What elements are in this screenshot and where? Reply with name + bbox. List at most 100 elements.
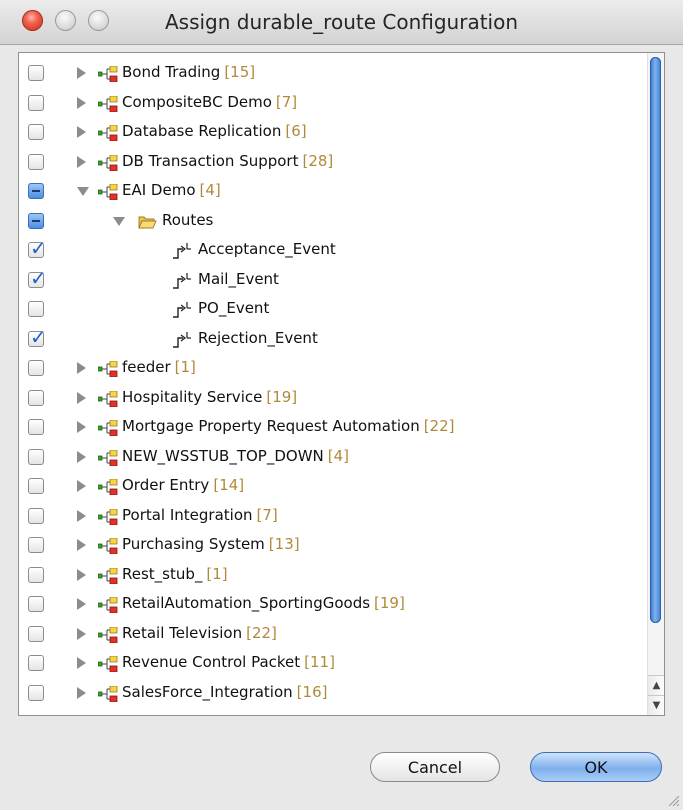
row-checkbox[interactable] [28,684,44,701]
vertical-scrollbar[interactable]: ▲ ▼ [647,53,664,715]
tree-row[interactable]: SalesForce_Integration [16] [19,679,647,708]
disclosure-closed-icon[interactable] [77,67,86,79]
project-tree-icon [97,626,119,643]
row-checkbox[interactable] [28,65,44,81]
row-checkbox[interactable] [28,301,44,317]
route-icon [171,300,193,320]
scroll-up-arrow-icon[interactable]: ▲ [648,675,664,696]
row-checkbox[interactable] [28,625,44,642]
tree-row[interactable]: Retail Television [22] [19,620,647,649]
tree-item-name: CompositeBC Demo [122,92,272,111]
tree-row[interactable]: Routes [19,207,647,236]
tree-item-label: Routes [162,211,213,229]
disclosure-closed-icon[interactable] [77,421,86,433]
row-checkbox[interactable] [28,183,44,199]
disclosure-closed-icon[interactable] [77,539,86,551]
row-checkbox[interactable] [28,94,44,111]
scroll-down-arrow-icon[interactable]: ▼ [648,695,664,715]
tree-row[interactable]: Mortgage Property Request Automation [22] [19,413,647,442]
row-checkbox[interactable] [28,153,44,170]
row-checkbox[interactable] [28,360,44,376]
row-checkbox[interactable] [28,596,44,612]
disclosure-closed-icon[interactable] [77,509,86,522]
tree-item-count: [1] [174,358,196,376]
project-tree-icon [97,596,119,614]
row-checkbox[interactable] [28,655,44,671]
disclosure-open-icon[interactable] [77,187,89,196]
row-checkbox[interactable] [28,537,44,553]
disclosure-closed-icon[interactable] [77,362,86,374]
tree-row[interactable]: EAI Demo [4] [19,177,647,206]
disclosure-closed-icon[interactable] [77,391,86,404]
disclosure-open-icon[interactable] [113,216,125,226]
disclosure-closed-icon[interactable] [77,568,86,581]
row-checkbox[interactable] [28,325,47,349]
row-checkbox[interactable] [28,236,47,260]
ok-button[interactable]: OK [530,752,662,782]
tree-row[interactable]: Database Replication [6] [19,118,647,147]
tree-item-label: Rejection_Event [198,329,318,347]
row-checkbox[interactable] [28,266,47,290]
row-checkbox[interactable] [28,478,44,494]
project-tree-icon [97,154,119,171]
row-checkbox[interactable] [28,448,44,465]
disclosure-closed-icon[interactable] [77,126,86,138]
disclosure-closed-icon[interactable] [77,657,86,669]
tree-item-count: [1] [206,564,228,583]
tree-row[interactable]: DB Transaction Support [28] [19,148,647,177]
route-icon [171,330,193,350]
tree-row[interactable]: NEW_WSSTUB_TOP_DOWN [4] [19,443,647,472]
cancel-button[interactable]: Cancel [370,752,500,782]
row-checkbox[interactable] [28,389,44,406]
project-tree-icon [97,419,119,437]
tree-item-name: Purchasing System [122,535,265,553]
row-checkbox[interactable] [28,212,44,229]
resize-grip-icon[interactable] [667,794,679,806]
tree-row[interactable]: CompositeBC Demo [7] [19,89,647,118]
disclosure-closed-icon[interactable] [77,96,86,109]
tree-item-count: [14] [213,476,245,494]
tree-row[interactable]: Acceptance_Event [19,236,647,265]
scroll-thumb[interactable] [650,57,661,623]
row-checkbox[interactable] [28,566,44,583]
tree-row[interactable]: RetailAutomation_SportingGoods [19] [19,590,647,619]
disclosure-closed-icon[interactable] [77,598,86,610]
tree-item-name: Mail_Event [198,269,279,288]
disclosure-closed-icon[interactable] [77,480,86,492]
tree-item-count: [7] [275,92,298,111]
project-tree-icon [97,360,119,378]
tree-item-name: Retail Television [122,623,243,642]
disclosure-closed-icon[interactable] [77,686,86,699]
tree-row[interactable]: feeder [1] [19,354,647,383]
tree-item-count: [19] [266,387,298,406]
tree-item-name: Portal Integration [122,505,253,524]
tree-item-count: [22] [423,417,455,435]
tree-item-label: Hospitality Service [19] [122,388,297,406]
tree-item-name: Revenue Control Packet [122,653,301,671]
title-bar[interactable]: Assign durable_route Configuration [0,0,683,45]
disclosure-closed-icon[interactable] [77,155,86,168]
tree-row[interactable]: Purchasing System [13] [19,531,647,560]
row-checkbox[interactable] [28,124,44,140]
route-icon [171,241,193,261]
tree-row[interactable]: Portal Integration [7] [19,502,647,531]
tree-item-count: [15] [224,63,256,81]
row-checkbox[interactable] [28,419,44,435]
tree-row[interactable]: Revenue Control Packet [11] [19,649,647,678]
tree-row[interactable]: Hospitality Service [19] [19,384,647,413]
tree-item-label: Acceptance_Event [198,240,336,258]
project-tree[interactable]: Bond Trading [15] CompositeBC Demo [7] Datab… [18,52,665,716]
row-checkbox[interactable] [28,507,44,524]
project-tree-icon [97,685,119,702]
tree-item-count: [4] [327,446,350,465]
tree-row[interactable]: Rejection_Event [19,325,647,354]
tree-row[interactable]: Mail_Event [19,266,647,295]
disclosure-closed-icon[interactable] [77,450,86,463]
tree-row[interactable]: PO_Event [19,295,647,324]
tree-row[interactable]: Bond Trading [15] [19,59,647,88]
tree-row[interactable]: Order Entry [14] [19,472,647,501]
tree-item-count: [22] [246,623,277,642]
project-tree-icon [97,95,119,112]
disclosure-closed-icon[interactable] [77,627,86,640]
tree-row[interactable]: Rest_stub_ [1] [19,561,647,590]
